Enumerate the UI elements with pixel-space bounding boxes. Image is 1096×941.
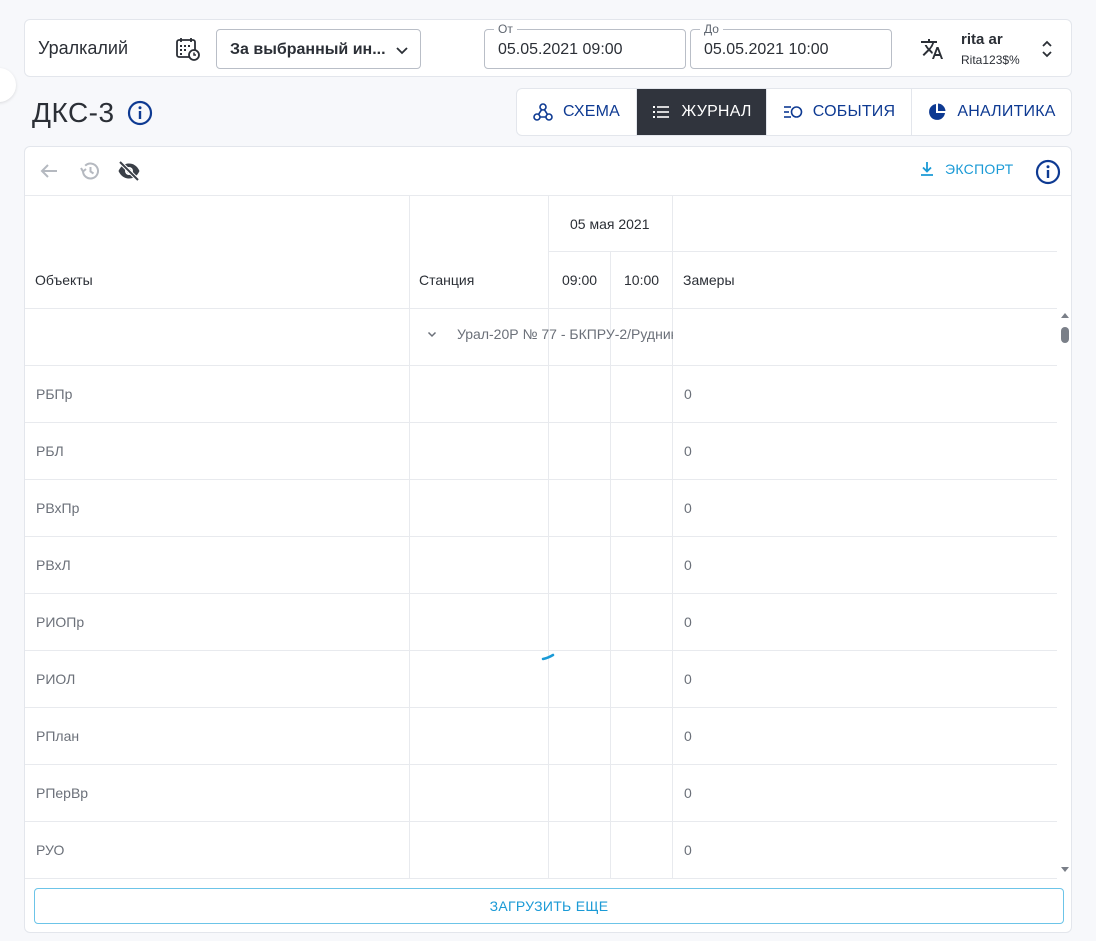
table-row-label: РУО <box>36 842 65 858</box>
group-row[interactable]: Урал-20Р № 77 - БКПРУ-2/Рудник <box>425 326 673 342</box>
column-time-0900: 09:00 <box>562 272 598 288</box>
table-row-label: РПлан <box>36 728 80 744</box>
tab-journal[interactable]: ЖУРНАЛ <box>637 89 767 135</box>
table-row-value: 0 <box>684 500 692 516</box>
tab-events[interactable]: СОБЫТИЯ <box>767 89 912 135</box>
info-icon[interactable] <box>127 100 153 126</box>
tab-scheme-label: СХЕМА <box>563 103 620 120</box>
tab-journal-label: ЖУРНАЛ <box>681 103 752 120</box>
tab-analytics[interactable]: АНАЛИТИКА <box>912 89 1071 135</box>
chevron-down-icon <box>396 47 408 55</box>
column-station: Станция <box>419 272 475 288</box>
table-row-label: РБПр <box>36 386 73 402</box>
user-name: rita ar <box>961 31 1003 48</box>
column-measurements: Замеры <box>683 272 735 288</box>
export-label: ЭКСПОРТ <box>945 161 1014 177</box>
table-row-label: РИОПр <box>36 614 85 630</box>
table-row-label: РБЛ <box>36 443 64 459</box>
table-row-value: 0 <box>684 671 692 687</box>
table-row-value: 0 <box>684 785 692 801</box>
table-row-value: 0 <box>684 557 692 573</box>
date-to-field[interactable]: До 05.05.2021 10:00 <box>690 22 892 69</box>
loading-spinner <box>541 653 555 661</box>
sidebar-toggle[interactable] <box>0 68 16 102</box>
view-tabs: СХЕМА ЖУРНАЛ СОБЫТИЯ АНАЛИТИКА <box>516 88 1072 136</box>
journal-toolbar: ЭКСПОРТ <box>25 147 1071 196</box>
list-icon <box>653 106 670 118</box>
date-from-field[interactable]: От 05.05.2021 09:00 <box>484 22 686 69</box>
column-time-1000: 10:00 <box>624 272 660 288</box>
tab-analytics-label: АНАЛИТИКА <box>957 103 1056 120</box>
period-select-value: За выбранный ин... <box>230 41 386 58</box>
translate-icon[interactable] <box>920 37 944 61</box>
tab-scheme[interactable]: СХЕМА <box>517 89 637 135</box>
table-row-label: РВхЛ <box>36 557 71 573</box>
table-row-value: 0 <box>684 614 692 630</box>
date-from-value: 05.05.2021 09:00 <box>498 41 623 58</box>
table-row-value: 0 <box>684 842 692 858</box>
scheme-icon <box>533 103 553 121</box>
column-objects: Объекты <box>35 272 93 288</box>
table-row-label: РВхПр <box>36 500 80 516</box>
table-row-label: РПерВр <box>36 785 89 801</box>
unfold-icon[interactable] <box>1040 38 1054 60</box>
table-row-label: РИОЛ <box>36 671 76 687</box>
pie-chart-icon <box>929 103 946 120</box>
visibility-off-icon[interactable] <box>117 159 141 183</box>
date-to-label: До <box>700 22 723 36</box>
info-icon[interactable] <box>1035 159 1061 185</box>
date-to-value: 05.05.2021 10:00 <box>704 41 829 58</box>
top-bar: Уралкалий За выбранный ин... От 05.05.20… <box>24 19 1072 77</box>
scrollbar-thumb[interactable] <box>1061 327 1069 343</box>
chevron-down-icon <box>427 331 437 338</box>
table-row-value: 0 <box>684 443 692 459</box>
journal-table: 05 мая 2021 Объекты Станция 09:00 10:00 … <box>25 196 1057 879</box>
events-icon <box>783 106 803 118</box>
period-select[interactable]: За выбранный ин... <box>216 29 421 69</box>
table-scrollbar[interactable] <box>1057 307 1071 877</box>
page-title: ДКС-3 <box>32 97 115 128</box>
download-icon <box>921 162 933 176</box>
tab-events-label: СОБЫТИЯ <box>812 103 896 120</box>
export-button[interactable]: ЭКСПОРТ <box>919 161 1013 177</box>
table-row-value: 0 <box>684 728 692 744</box>
journal-panel: ЭКСПОРТ 05 мая 2021 Объекты Станция 09:0… <box>24 146 1072 933</box>
company-name: Уралкалий <box>38 38 129 58</box>
history-icon[interactable] <box>78 159 102 183</box>
date-header: 05 мая 2021 <box>570 216 650 232</box>
load-more-button[interactable]: ЗАГРУЗИТЬ ЕЩЕ <box>34 888 1064 924</box>
calendar-icon[interactable] <box>175 36 201 62</box>
user-login: Rita123$% <box>961 53 1020 67</box>
table-row-value: 0 <box>684 386 692 402</box>
back-arrow-icon[interactable] <box>37 159 61 183</box>
date-from-label: От <box>494 22 517 36</box>
group-row-label: Урал-20Р № 77 - БКПРУ-2/Рудник <box>457 326 673 342</box>
